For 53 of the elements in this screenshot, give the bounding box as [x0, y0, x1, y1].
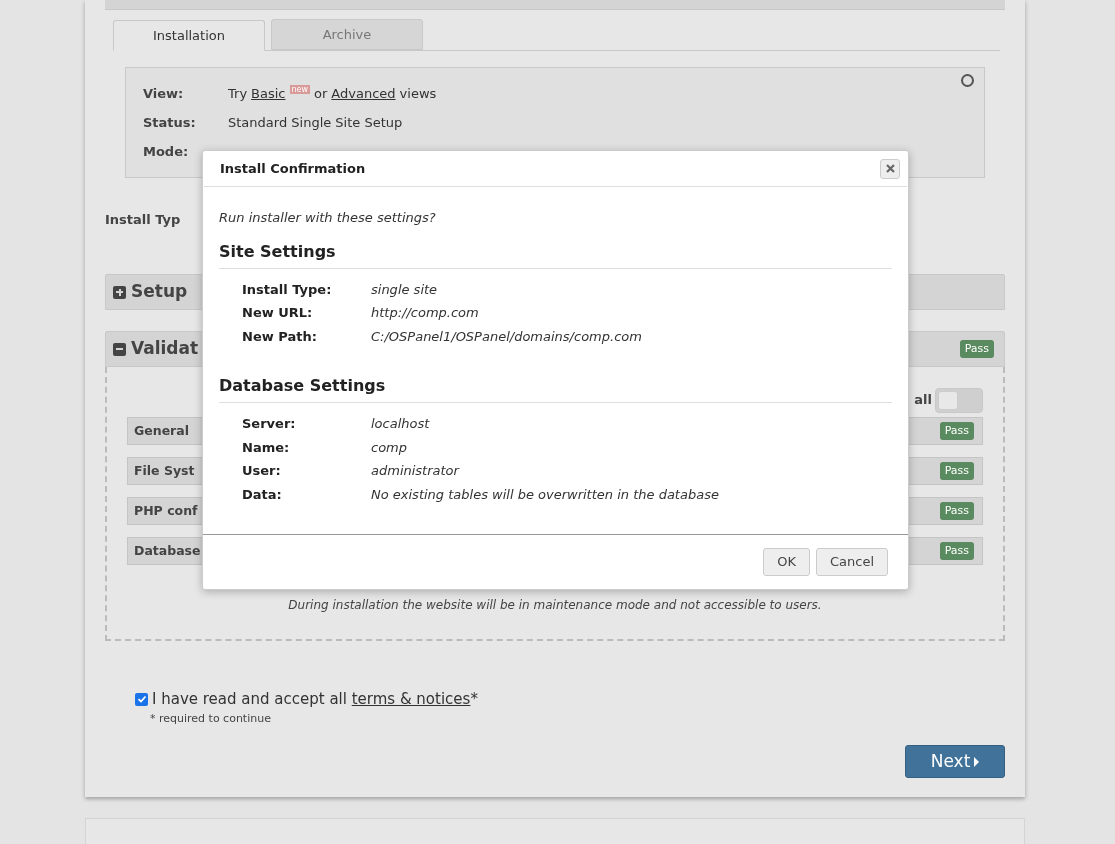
- pass-badge: Pass: [959, 339, 994, 359]
- dialog-title: Install Confirmation: [220, 159, 366, 178]
- dialog-button[interactable]: Cancel: [815, 548, 888, 576]
- setting-value: single site: [371, 280, 438, 299]
- pass-badge: Pass: [939, 461, 974, 481]
- caret-icon: [974, 756, 980, 767]
- setting-value: No existing tables will be overwritten in the database: [371, 485, 719, 504]
- pass-badge: Pass: [939, 541, 974, 561]
- settings-heading: Site Settings: [219, 239, 892, 269]
- maintenance-note: During installation the website will be in maintenance mode and not accessible to users.: [287, 597, 823, 614]
- view-text: or: [314, 85, 328, 103]
- toggle-label: all: [914, 391, 932, 410]
- field-label: View:: [143, 85, 185, 103]
- required-note: * required to continue: [150, 710, 272, 727]
- setting-value: localhost: [371, 415, 430, 433]
- next-button[interactable]: Next: [905, 745, 1005, 778]
- section-title: Setup: [131, 280, 188, 304]
- dialog-question: Run installer with these settings?: [219, 209, 437, 227]
- section-title: Validat: [131, 337, 199, 361]
- tab[interactable]: Installation: [113, 20, 265, 51]
- setting-label: Data:: [242, 485, 283, 504]
- check-label: File Syst: [134, 461, 195, 480]
- setting-value: comp: [371, 438, 408, 457]
- terms-text: I have read and accept all terms & notices*: [152, 689, 478, 710]
- checkbox[interactable]: [135, 692, 148, 706]
- field-label: Status:: [143, 114, 197, 132]
- setting-value: C:/OSPanel1/OSPanel/domains/comp.com: [371, 327, 642, 346]
- settings-heading: Database Settings: [219, 374, 892, 403]
- toggle-switch[interactable]: [935, 387, 983, 413]
- check-label: PHP conf: [134, 501, 198, 520]
- install-type-label: Install Typ: [105, 211, 181, 228]
- setting-label: User:: [242, 462, 282, 480]
- view-text: views: [399, 85, 437, 103]
- setting-label: Install Type:: [242, 280, 333, 299]
- close-button[interactable]: [880, 158, 900, 179]
- field-value: Standard Single Site Setup: [228, 114, 403, 132]
- dialog-button[interactable]: OK: [763, 548, 810, 576]
- setting-value: administrator: [371, 462, 459, 480]
- view-text: Try: [228, 85, 248, 103]
- view-link[interactable]: Basic: [251, 84, 286, 113]
- view-link[interactable]: Advanced: [331, 84, 396, 113]
- check-label: Database: [134, 541, 201, 560]
- setting-label: New Path:: [242, 327, 318, 346]
- setting-label: Name:: [242, 438, 291, 457]
- terms-link[interactable]: terms & notices: [351, 690, 471, 708]
- pass-badge: Pass: [939, 421, 974, 441]
- check-label: General: [134, 421, 189, 440]
- setting-label: Server:: [242, 415, 297, 433]
- new-badge: new: [289, 85, 311, 94]
- setting-label: New URL:: [242, 304, 314, 322]
- pass-badge: Pass: [939, 501, 974, 521]
- close-icon: [885, 164, 895, 173]
- setting-value: http://comp.com: [371, 304, 479, 322]
